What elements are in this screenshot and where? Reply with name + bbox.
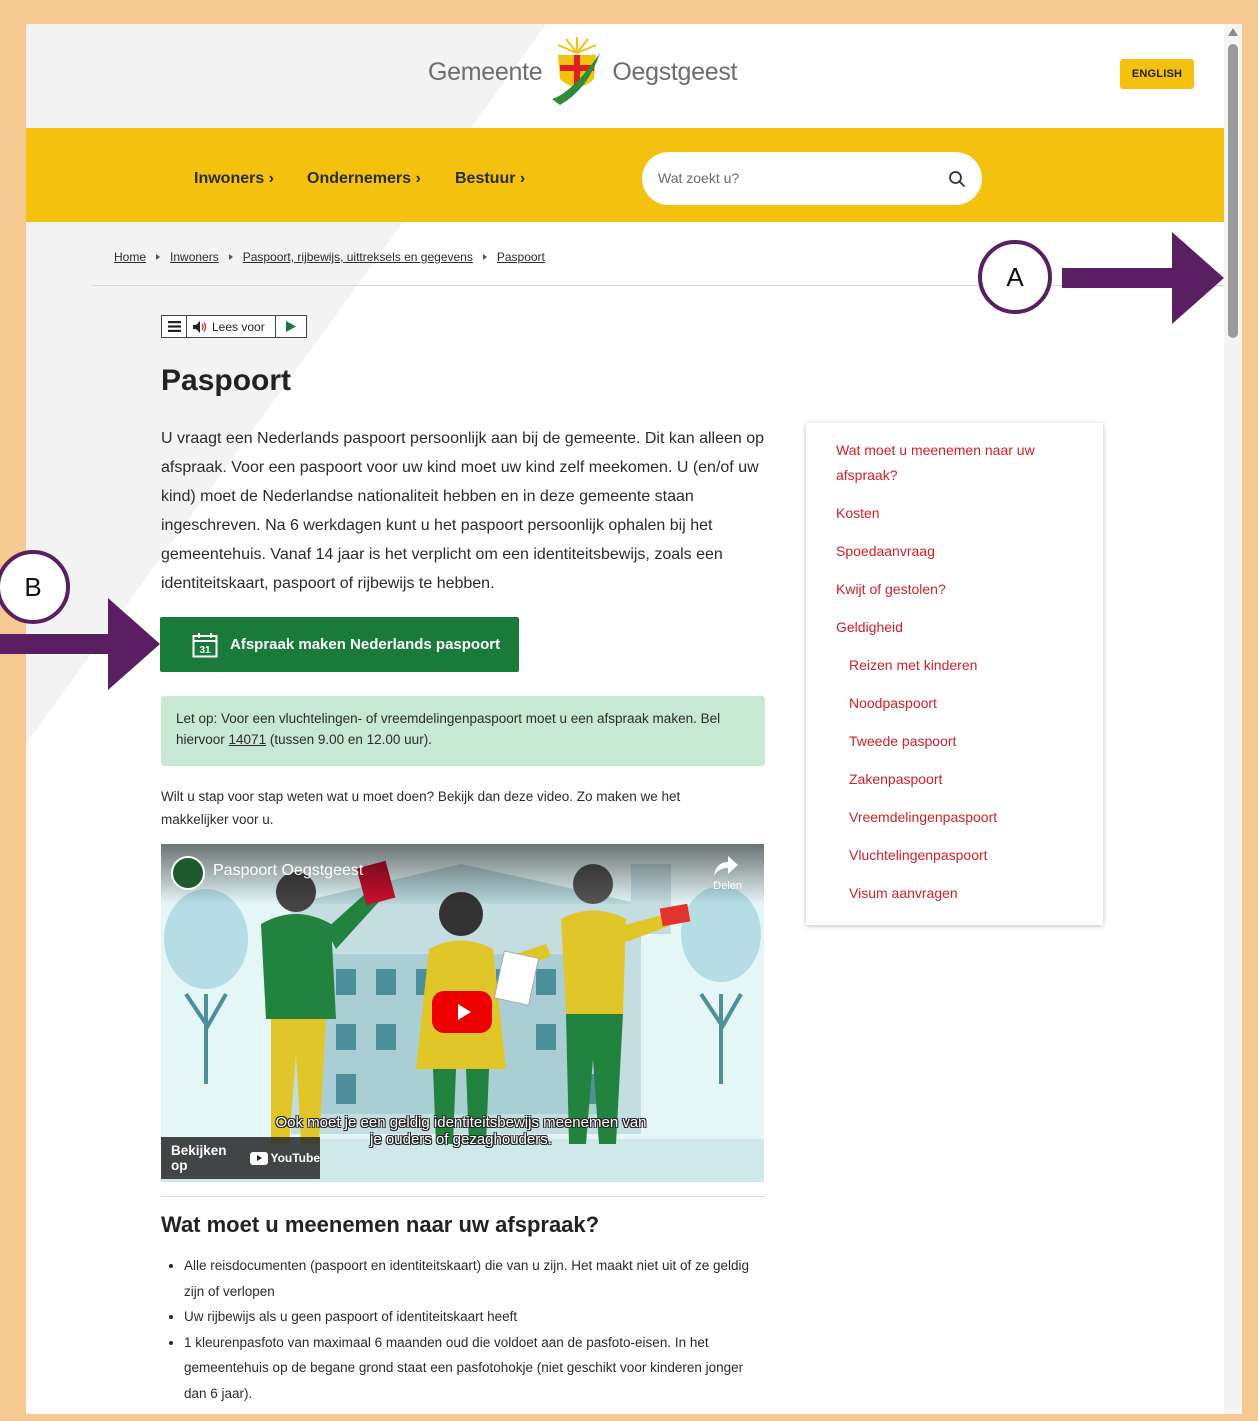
breadcrumb-paspoort[interactable]: Paspoort	[497, 250, 545, 264]
toc-link-visum-aanvragen[interactable]: Visum aanvragen	[849, 881, 958, 906]
play-icon	[286, 321, 296, 332]
share-icon[interactable]	[714, 856, 738, 876]
make-appointment-label: Afspraak maken Nederlands paspoort	[230, 636, 501, 653]
read-aloud-label: Lees voor	[212, 319, 265, 334]
breadcrumb-separator	[228, 254, 233, 260]
video-intro-text: Wilt u stap voor stap weten wat u moet d…	[161, 789, 681, 827]
table-of-contents: Wat moet u meenemen naar uw afspraak? Ko…	[806, 423, 1103, 925]
search-icon[interactable]	[948, 170, 966, 188]
notice-box: Let op: Voor een vluchtelingen- of vreem…	[161, 696, 765, 766]
site-logo[interactable]: Gemeente Oegstgeest	[428, 34, 738, 110]
breadcrumb-separator	[482, 254, 487, 260]
scrollbar[interactable]	[1224, 24, 1242, 1414]
speaker-icon	[193, 320, 207, 333]
annotation-arrow-a-icon	[1062, 232, 1224, 324]
main-navigation: Inwoners › Ondernemers › Bestuur ›	[26, 128, 1224, 222]
page-title: Paspoort	[161, 364, 292, 397]
play-icon	[458, 1004, 471, 1020]
toc-link-meenemen[interactable]: Wat moet u meenemen naar uw afspraak?	[836, 438, 1046, 488]
share-label[interactable]: Delen	[713, 880, 742, 892]
channel-avatar[interactable]	[171, 856, 205, 890]
toc-link-kwijt[interactable]: Kwijt of gestolen?	[836, 577, 946, 602]
nav-item-inwoners[interactable]: Inwoners ›	[194, 170, 274, 188]
breadcrumb-paspoort-rijbewijs[interactable]: Paspoort, rijbewijs, uittreksels en gege…	[243, 250, 473, 264]
nav-item-bestuur[interactable]: Bestuur ›	[455, 170, 525, 188]
video-title[interactable]: Paspoort Oegstgeest	[213, 862, 363, 880]
toc-link-vluchtelingenpaspoort[interactable]: Vluchtelingenpaspoort	[849, 843, 988, 868]
logo-word-right: Oegstgeest	[612, 57, 738, 86]
notice-phone-link[interactable]: 14071	[229, 732, 267, 747]
notice-text-after: (tussen 9.00 en 12.00 uur).	[266, 732, 432, 747]
calendar-icon: 31	[192, 632, 218, 657]
youtube-logo: YouTube	[250, 1151, 320, 1165]
read-aloud-widget: Lees voor	[161, 315, 307, 338]
youtube-video-embed[interactable]: Paspoort Oegstgeest Delen Ook moet je ee…	[161, 844, 764, 1182]
read-aloud-button[interactable]: Lees voor	[187, 316, 276, 337]
youtube-play-icon	[250, 1151, 269, 1165]
list-item: Alle reisdocumenten (paspoort en identit…	[184, 1253, 754, 1304]
toc-link-zakenpaspoort[interactable]: Zakenpaspoort	[849, 767, 942, 792]
section-heading: Wat moet u meenemen naar uw afspraak?	[161, 1212, 600, 1237]
toc-link-kosten[interactable]: Kosten	[836, 501, 880, 526]
breadcrumb-separator	[156, 254, 161, 260]
video-subtitle-line: Ook moet je een geldig identiteitsbewijs…	[275, 1114, 647, 1131]
bring-list: Alle reisdocumenten (paspoort en identit…	[184, 1253, 754, 1406]
watch-on-youtube-button[interactable]: Bekijken op YouTube	[161, 1137, 320, 1179]
scrollbar-thumb[interactable]	[1228, 44, 1238, 338]
toc-link-noodpaspoort[interactable]: Noodpaspoort	[849, 691, 937, 716]
video-play-button[interactable]	[432, 991, 492, 1033]
nav-item-ondernemers[interactable]: Ondernemers ›	[307, 170, 421, 188]
intro-paragraph: U vraagt een Nederlands paspoort persoon…	[161, 430, 765, 592]
toc-link-reizen-met-kinderen[interactable]: Reizen met kinderen	[849, 653, 977, 678]
menu-icon	[167, 321, 181, 332]
calendar-day: 31	[199, 645, 211, 656]
annotation-arrow-b-icon	[0, 598, 160, 690]
make-appointment-button[interactable]: 31 Afspraak maken Nederlands paspoort	[160, 617, 519, 672]
list-item: 1 kleurenpasfoto van maximaal 6 maanden …	[184, 1330, 754, 1407]
annotation-marker-a: A	[978, 240, 1052, 314]
read-aloud-play-button[interactable]	[276, 316, 306, 337]
breadcrumb-divider	[92, 285, 1224, 286]
toc-link-tweede-paspoort[interactable]: Tweede paspoort	[849, 729, 956, 754]
search-box	[642, 152, 982, 205]
logo-word-left: Gemeente	[428, 57, 543, 86]
search-input[interactable]	[658, 168, 918, 188]
toc-link-spoedaanvraag[interactable]: Spoedaanvraag	[836, 539, 935, 564]
breadcrumb-home[interactable]: Home	[114, 250, 146, 264]
english-language-button[interactable]: ENGLISH	[1120, 59, 1194, 89]
read-aloud-menu-button[interactable]	[162, 316, 187, 337]
watch-on-label: Bekijken op	[171, 1143, 227, 1173]
list-item: Uw rijbewijs als u geen paspoort of iden…	[184, 1304, 754, 1330]
section-divider	[161, 1196, 765, 1197]
scroll-up-arrow-icon[interactable]	[1228, 28, 1238, 36]
toc-link-vreemdelingenpaspoort[interactable]: Vreemdelingenpaspoort	[849, 805, 997, 830]
toc-link-geldigheid[interactable]: Geldigheid	[836, 615, 903, 640]
breadcrumb: Home Inwoners Paspoort, rijbewijs, uittr…	[114, 250, 545, 264]
breadcrumb-inwoners[interactable]: Inwoners	[170, 250, 219, 264]
coat-of-arms-icon	[552, 37, 601, 105]
youtube-wordmark: YouTube	[270, 1151, 320, 1165]
